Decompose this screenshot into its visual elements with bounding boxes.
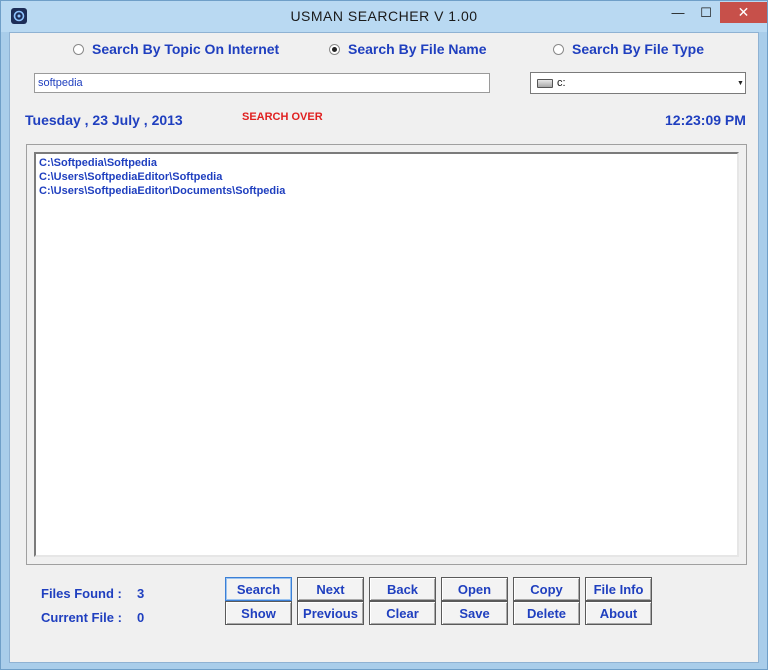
open-button[interactable]: Open bbox=[441, 577, 508, 601]
hard-drive-icon bbox=[537, 78, 553, 88]
drive-select[interactable]: c: ▼ bbox=[530, 72, 746, 94]
files-found-value: 3 bbox=[137, 586, 145, 601]
current-file-value: 0 bbox=[137, 610, 145, 625]
minimize-button[interactable]: — bbox=[665, 2, 691, 23]
file-info-button[interactable]: File Info bbox=[585, 577, 652, 601]
show-button[interactable]: Show bbox=[225, 601, 292, 625]
delete-button[interactable]: Delete bbox=[513, 601, 580, 625]
next-button[interactable]: Next bbox=[297, 577, 364, 601]
time-display: 12:23:09 PM bbox=[665, 112, 746, 128]
dropdown-arrow-icon[interactable]: ▼ bbox=[737, 74, 744, 92]
app-window: USMAN SEARCHER V 1.00 — ☐ ✕ Search By To… bbox=[0, 0, 768, 670]
clear-button[interactable]: Clear bbox=[369, 601, 436, 625]
radio-search-topic-internet[interactable]: Search By Topic On Internet bbox=[73, 39, 279, 59]
close-button[interactable]: ✕ bbox=[720, 2, 767, 23]
list-item[interactable]: C:\Users\SoftpediaEditor\Softpedia bbox=[39, 170, 734, 184]
about-button[interactable]: About bbox=[585, 601, 652, 625]
files-found-label: Files Found : bbox=[41, 586, 122, 601]
radio-search-file-name[interactable]: Search By File Name bbox=[329, 39, 487, 59]
radio-label: Search By Topic On Internet bbox=[92, 41, 280, 57]
results-list[interactable]: C:\Softpedia\Softpedia C:\Users\Softpedi… bbox=[34, 152, 739, 557]
search-input[interactable] bbox=[34, 73, 490, 93]
list-item[interactable]: C:\Users\SoftpediaEditor\Documents\Softp… bbox=[39, 184, 734, 198]
search-status: SEARCH OVER bbox=[242, 111, 323, 123]
radio-circle-selected[interactable] bbox=[329, 43, 340, 55]
client-area: Search By Topic On Internet Search By Fi… bbox=[9, 32, 759, 663]
back-button[interactable]: Back bbox=[369, 577, 436, 601]
window-title: USMAN SEARCHER V 1.00 bbox=[290, 8, 478, 24]
previous-button[interactable]: Previous bbox=[297, 601, 364, 625]
list-item[interactable]: C:\Softpedia\Softpedia bbox=[39, 156, 734, 170]
save-button[interactable]: Save bbox=[441, 601, 508, 625]
radio-label: Search By File Type bbox=[572, 41, 705, 57]
date-display: Tuesday , 23 July , 2013 bbox=[25, 112, 183, 128]
search-button[interactable]: Search bbox=[225, 577, 292, 601]
results-panel: C:\Softpedia\Softpedia C:\Users\Softpedi… bbox=[26, 144, 747, 565]
radio-circle[interactable] bbox=[553, 43, 564, 55]
maximize-button[interactable]: ☐ bbox=[693, 2, 719, 23]
copy-button[interactable]: Copy bbox=[513, 577, 580, 601]
drive-select-value: c: bbox=[557, 77, 566, 89]
radio-search-file-type[interactable]: Search By File Type bbox=[553, 39, 704, 59]
radio-label: Search By File Name bbox=[348, 41, 487, 57]
radio-circle[interactable] bbox=[73, 43, 84, 55]
current-file-label: Current File : bbox=[41, 610, 122, 625]
title-bar[interactable]: USMAN SEARCHER V 1.00 — ☐ ✕ bbox=[1, 1, 767, 32]
